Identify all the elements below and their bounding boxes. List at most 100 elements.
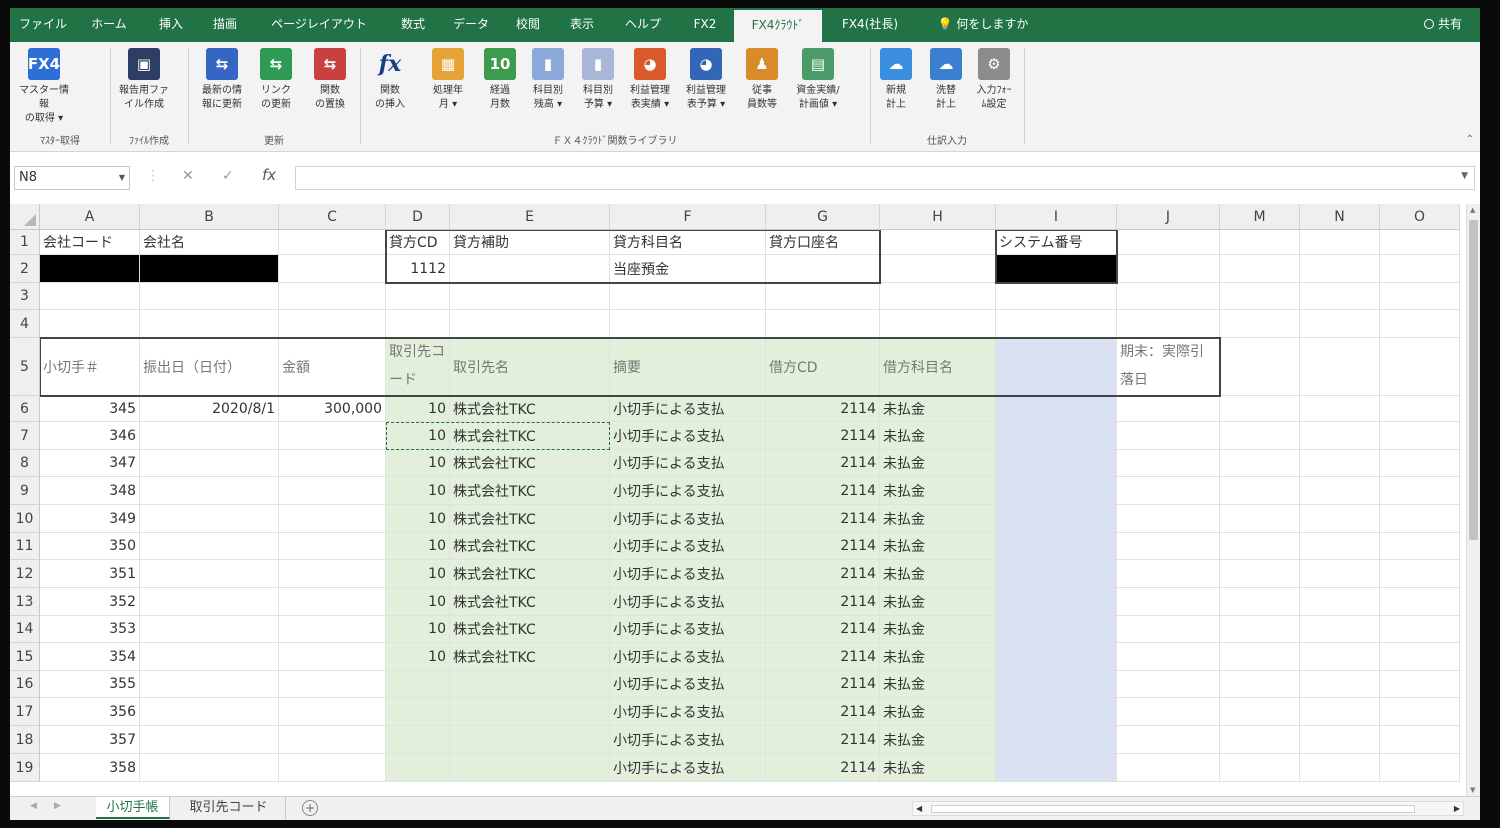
cell-b3[interactable] — [140, 283, 279, 310]
cell-o3[interactable] — [1380, 283, 1460, 310]
tab-help[interactable]: ヘルプ — [612, 8, 674, 42]
debit-account-cell[interactable]: 未払金 — [880, 396, 996, 422]
cell-n2[interactable] — [1300, 255, 1380, 283]
partner-name-cell[interactable]: 株式会社TKC — [450, 422, 610, 450]
scroll-up-icon[interactable]: ▲ — [1470, 206, 1475, 214]
debit-account-cell[interactable]: 未払金 — [880, 754, 996, 782]
cell-m14[interactable] — [1220, 616, 1300, 643]
cell-n3[interactable] — [1300, 283, 1380, 310]
cell-i19[interactable] — [996, 754, 1117, 782]
issue-date-cell[interactable] — [140, 698, 279, 726]
tab-fx2[interactable]: FX2 — [678, 8, 732, 42]
scroll-left-icon[interactable]: ◀ — [916, 804, 922, 813]
cell-e2[interactable] — [450, 255, 610, 283]
row-header-11[interactable]: 11 — [10, 533, 40, 560]
tab-formulas[interactable]: 数式 — [388, 8, 438, 42]
debit-cd-cell[interactable]: 2114 — [766, 533, 880, 560]
expand-formula-icon[interactable]: ▼ — [1461, 171, 1468, 181]
cell-j2[interactable] — [1117, 255, 1220, 283]
header-month-end[interactable]: 期末：実際引落日 — [1117, 338, 1220, 396]
partner-name-cell[interactable]: 株式会社TKC — [450, 533, 610, 560]
check-no-cell[interactable]: 348 — [40, 477, 140, 505]
credit-sub-label[interactable]: 貸方補助 — [450, 230, 610, 255]
cell-h3[interactable] — [880, 283, 996, 310]
cell-i6[interactable] — [996, 396, 1117, 422]
master-info-button[interactable]: FX4 マスター情報 の取得 ▾ — [18, 46, 70, 128]
partner-code-cell[interactable]: 10 — [386, 560, 450, 588]
cell-m18[interactable] — [1220, 726, 1300, 754]
header-issue-date[interactable]: 振出日（日付） — [140, 338, 279, 396]
scroll-down-icon[interactable]: ▼ — [1470, 786, 1475, 794]
summary-cell[interactable]: 小切手による支払 — [610, 422, 766, 450]
partner-name-cell[interactable]: 株式会社TKC — [450, 616, 610, 643]
summary-cell[interactable]: 小切手による支払 — [610, 754, 766, 782]
cell-n6[interactable] — [1300, 396, 1380, 422]
cell-i15[interactable] — [996, 643, 1117, 671]
cell-m6[interactable] — [1220, 396, 1300, 422]
cell-o2[interactable] — [1380, 255, 1460, 283]
company-code-label[interactable]: 会社コード — [40, 230, 140, 255]
debit-cd-cell[interactable]: 2114 — [766, 505, 880, 533]
check-no-cell[interactable]: 355 — [40, 671, 140, 698]
cell-i7[interactable] — [996, 422, 1117, 450]
row-header-17[interactable]: 17 — [10, 698, 40, 726]
summary-cell[interactable]: 小切手による支払 — [610, 477, 766, 505]
cell-o4[interactable] — [1380, 310, 1460, 338]
cell-o13[interactable] — [1380, 588, 1460, 616]
elapsed-months-button[interactable]: 10 経過 月数 — [474, 46, 526, 128]
header-summary[interactable]: 摘要 — [610, 338, 766, 396]
amount-cell[interactable] — [279, 588, 386, 616]
cell-o6[interactable] — [1380, 396, 1460, 422]
cell-m11[interactable] — [1220, 533, 1300, 560]
cell-n11[interactable] — [1300, 533, 1380, 560]
amount-cell[interactable] — [279, 533, 386, 560]
partner-code-cell[interactable]: 10 — [386, 588, 450, 616]
report-file-button[interactable]: ▣ 報告用ファ イル作成 — [118, 46, 170, 128]
cell-c2[interactable] — [279, 255, 386, 283]
sheet-tab-partner-code[interactable]: 取引先コード — [172, 797, 286, 819]
tab-file[interactable]: ファイル — [14, 8, 72, 42]
vertical-scrollbar[interactable]: ▲ ▼ — [1466, 204, 1480, 796]
partner-code-cell[interactable]: 10 — [386, 533, 450, 560]
amount-cell[interactable] — [279, 643, 386, 671]
partner-code-cell[interactable]: 10 — [386, 616, 450, 643]
row-header-19[interactable]: 19 — [10, 754, 40, 782]
cell-n15[interactable] — [1300, 643, 1380, 671]
cell-m17[interactable] — [1220, 698, 1300, 726]
check-no-cell[interactable]: 350 — [40, 533, 140, 560]
column-header-o[interactable]: O — [1380, 204, 1460, 230]
partner-code-cell[interactable]: 10 — [386, 643, 450, 671]
tab-view[interactable]: 表示 — [556, 8, 608, 42]
check-no-cell[interactable]: 349 — [40, 505, 140, 533]
row-header-7[interactable]: 7 — [10, 422, 40, 450]
cell-n10[interactable] — [1300, 505, 1380, 533]
cell-j8[interactable] — [1117, 450, 1220, 477]
cell-i9[interactable] — [996, 477, 1117, 505]
cell-o16[interactable] — [1380, 671, 1460, 698]
issue-date-cell[interactable] — [140, 505, 279, 533]
credit-bank-label[interactable]: 貸方口座名 — [766, 230, 880, 255]
issue-date-cell[interactable] — [140, 726, 279, 754]
summary-cell[interactable]: 小切手による支払 — [610, 505, 766, 533]
partner-name-cell[interactable]: 株式会社TKC — [450, 477, 610, 505]
issue-date-cell[interactable] — [140, 588, 279, 616]
cell-b2[interactable] — [140, 255, 279, 283]
cell-h2[interactable] — [880, 255, 996, 283]
tab-insert[interactable]: 挿入 — [146, 8, 196, 42]
issue-date-cell[interactable] — [140, 754, 279, 782]
row-header-14[interactable]: 14 — [10, 616, 40, 643]
debit-account-cell[interactable]: 未払金 — [880, 588, 996, 616]
staff-count-button[interactable]: ♟ 従事 員数等 — [736, 46, 788, 128]
cell-i16[interactable] — [996, 671, 1117, 698]
amount-cell[interactable] — [279, 754, 386, 782]
cell-i18[interactable] — [996, 726, 1117, 754]
cell-m3[interactable] — [1220, 283, 1300, 310]
cell-d3[interactable] — [386, 283, 450, 310]
debit-account-cell[interactable]: 未払金 — [880, 671, 996, 698]
cell-i12[interactable] — [996, 560, 1117, 588]
funds-plan-button[interactable]: ▤ 資金実績/ 計画値 ▾ — [792, 46, 844, 128]
debit-cd-cell[interactable]: 2114 — [766, 698, 880, 726]
cell-f3[interactable] — [610, 283, 766, 310]
header-check-no[interactable]: 小切手＃ — [40, 338, 140, 396]
amount-cell[interactable] — [279, 616, 386, 643]
